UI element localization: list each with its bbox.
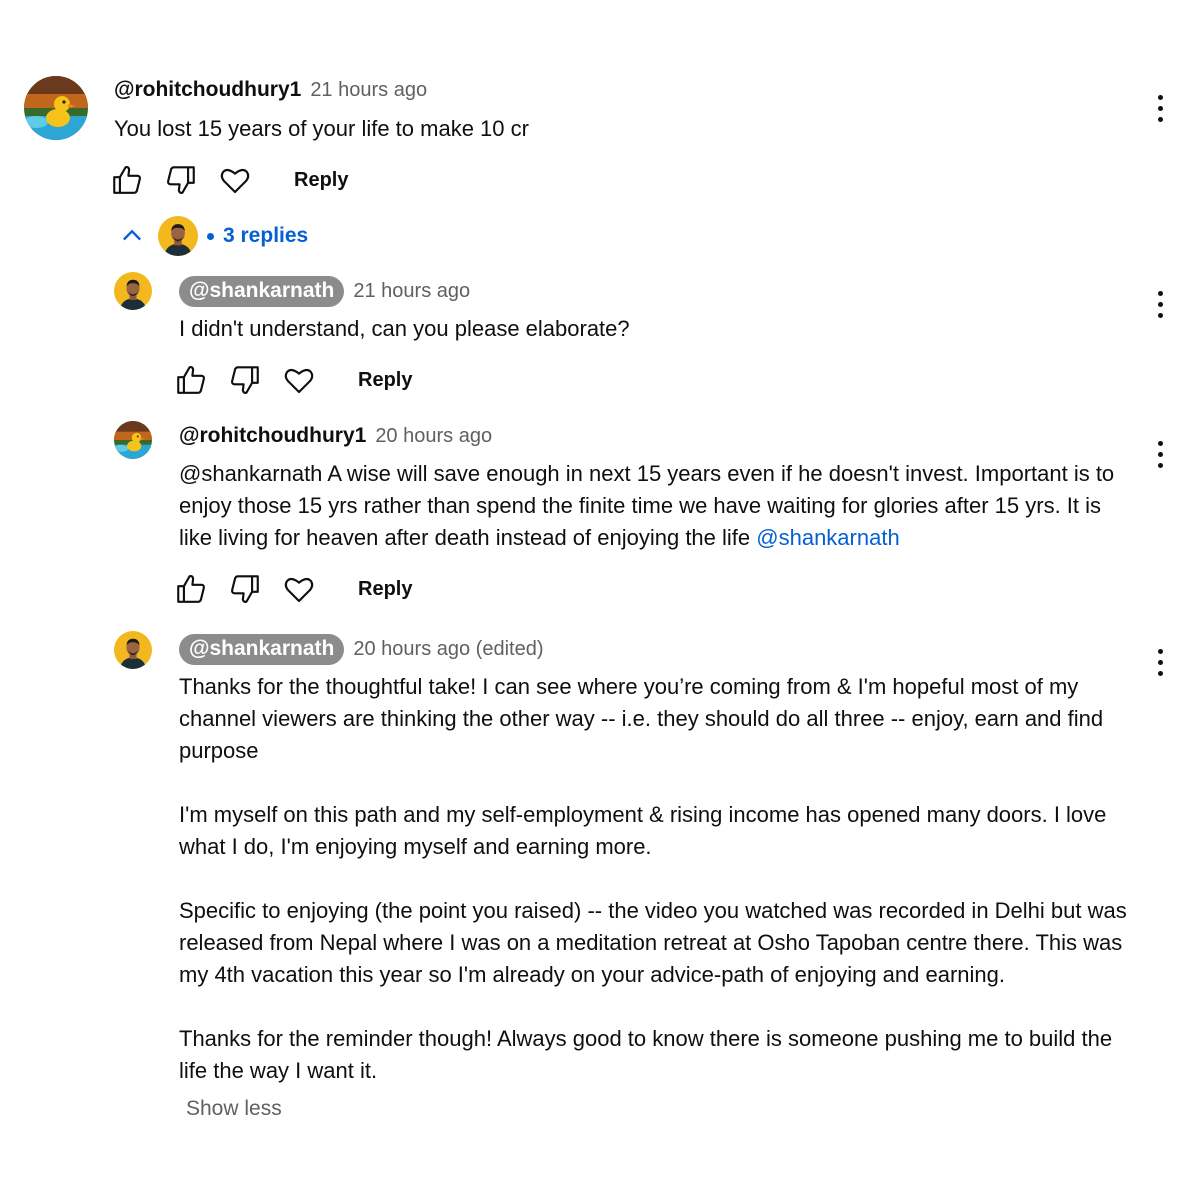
reply-timestamp[interactable]: 20 hours ago bbox=[375, 425, 492, 448]
comment-author[interactable]: @rohitchoudhury1 bbox=[114, 78, 301, 102]
thumbs-down-icon[interactable] bbox=[228, 363, 262, 397]
reply-text: I didn't understand, can you please elab… bbox=[179, 316, 630, 341]
reply-header: @shankarnath 21 hours ago bbox=[179, 276, 470, 307]
replies-count: 3 replies bbox=[223, 224, 309, 247]
more-vert-icon[interactable] bbox=[1150, 88, 1170, 128]
heart-icon[interactable] bbox=[218, 163, 252, 197]
reply-actions: Reply bbox=[174, 569, 412, 609]
reply-author-chip[interactable]: @shankarnath bbox=[179, 276, 345, 307]
thumbs-up-icon[interactable] bbox=[110, 163, 144, 197]
thumbs-down-icon[interactable] bbox=[164, 163, 198, 197]
reply-header: @shankarnath 20 hours ago (edited) bbox=[179, 634, 544, 665]
heart-icon[interactable] bbox=[282, 572, 316, 606]
comment-text: You lost 15 years of your life to make 1… bbox=[114, 116, 529, 141]
thumbs-up-icon[interactable] bbox=[174, 363, 208, 397]
reply-actions: Reply bbox=[174, 360, 412, 400]
reply-button[interactable]: Reply bbox=[294, 169, 348, 192]
separator-dot bbox=[207, 232, 214, 240]
reply-button[interactable]: Reply bbox=[358, 578, 412, 601]
show-less-button[interactable]: Show less bbox=[186, 1097, 282, 1121]
reply-text: @shankarnath A wise will save enough in … bbox=[179, 458, 1139, 554]
mention-link[interactable]: @shankarnath bbox=[756, 525, 899, 550]
reply-text-body: @shankarnath A wise will save enough in … bbox=[179, 461, 1115, 550]
avatar[interactable] bbox=[114, 421, 152, 459]
more-vert-icon[interactable] bbox=[1150, 284, 1170, 324]
reply-paragraph: Thanks for the reminder though! Always g… bbox=[179, 1026, 1113, 1083]
reply-author-chip[interactable]: @shankarnath bbox=[179, 634, 345, 665]
reply-paragraph: I'm myself on this path and my self-empl… bbox=[179, 802, 1107, 859]
heart-icon[interactable] bbox=[282, 363, 316, 397]
replies-toggle[interactable]: 3 replies bbox=[118, 216, 308, 256]
chevron-up-icon bbox=[123, 229, 141, 241]
reply-header: @rohitchoudhury1 20 hours ago bbox=[179, 424, 492, 448]
reply-paragraph: Specific to enjoying (the point you rais… bbox=[179, 898, 1127, 987]
comment-timestamp[interactable]: 21 hours ago bbox=[310, 79, 427, 102]
more-vert-icon[interactable] bbox=[1150, 642, 1170, 682]
avatar[interactable] bbox=[114, 631, 152, 669]
reply-timestamp[interactable]: 20 hours ago (edited) bbox=[353, 638, 543, 661]
avatar[interactable] bbox=[114, 272, 152, 310]
avatar bbox=[158, 216, 198, 256]
reply-text: Thanks for the thoughtful take! I can se… bbox=[179, 671, 1129, 1087]
reply-author[interactable]: @rohitchoudhury1 bbox=[179, 424, 366, 448]
comment-actions: Reply bbox=[110, 160, 348, 200]
more-vert-icon[interactable] bbox=[1150, 434, 1170, 474]
comment-header: @rohitchoudhury1 21 hours ago bbox=[114, 78, 427, 102]
reply-button[interactable]: Reply bbox=[358, 369, 412, 392]
thumbs-up-icon[interactable] bbox=[174, 572, 208, 606]
reply-paragraph: Thanks for the thoughtful take! I can se… bbox=[179, 674, 1104, 763]
reply-timestamp[interactable]: 21 hours ago bbox=[353, 280, 470, 303]
avatar[interactable] bbox=[24, 76, 88, 140]
thumbs-down-icon[interactable] bbox=[228, 572, 262, 606]
